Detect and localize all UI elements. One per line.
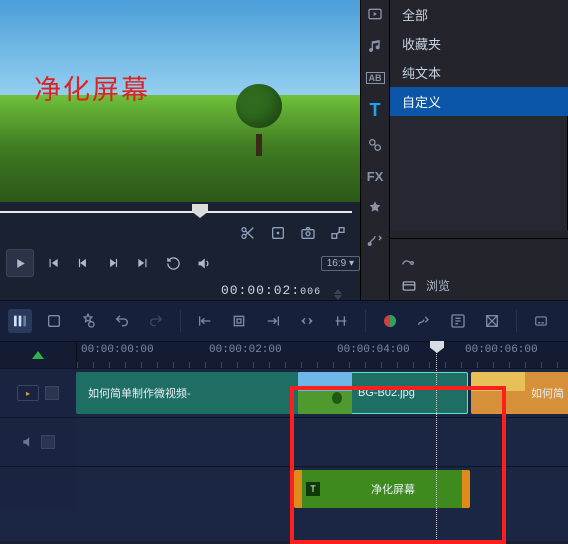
clip-label: 如何简单制作微视频-: [82, 385, 197, 401]
video-track-lane[interactable]: 如何简单制作微视频- BG-B02.jpg 如何简: [76, 369, 568, 417]
loop-button[interactable]: [162, 250, 184, 276]
audio-tab-icon[interactable]: [367, 38, 383, 54]
ruler-label: 00:00:04:00: [337, 344, 410, 356]
clip-label: 净化屏幕: [324, 481, 462, 497]
cat-favorites[interactable]: 收藏夹: [390, 29, 568, 58]
clip-thumb: [298, 372, 352, 414]
tool-options-icon[interactable]: [78, 311, 98, 331]
triangle-up-icon: [32, 351, 44, 359]
video-track-header[interactable]: ▸: [0, 369, 76, 417]
cat-custom[interactable]: 自定义: [390, 87, 568, 116]
prev-frame-button[interactable]: [72, 250, 94, 276]
tool-eyedrop-icon[interactable]: [390, 247, 568, 271]
title-tab-icon[interactable]: T: [370, 100, 381, 121]
go-start-button[interactable]: [42, 250, 64, 276]
next-frame-button[interactable]: [102, 250, 124, 276]
aspect-ratio-badge[interactable]: 16:9 ▾: [321, 256, 360, 271]
tool-zoom-fit-icon[interactable]: [297, 311, 317, 331]
marker-icon[interactable]: [270, 225, 286, 241]
title-track-header[interactable]: [0, 467, 76, 511]
timecode-main: 00:00:02:: [221, 283, 300, 298]
graphics-tab-icon[interactable]: [367, 137, 383, 153]
cat-plaintext[interactable]: 纯文本: [390, 58, 568, 87]
tool-mask-icon[interactable]: [482, 311, 502, 331]
go-end-button[interactable]: [132, 250, 154, 276]
timecode-frames: 006: [300, 287, 321, 298]
track-toggle-icon[interactable]: [45, 386, 59, 400]
play-button[interactable]: [6, 249, 34, 277]
tool-fit-left-icon[interactable]: [195, 311, 215, 331]
tool-timeline-mode-icon[interactable]: [8, 309, 32, 333]
expand-icon[interactable]: [330, 225, 346, 241]
filter-tab-icon[interactable]: [367, 200, 383, 216]
timeline-ruler[interactable]: 00:00:00:00 00:00:02:00 00:00:04:00 00:0…: [76, 342, 568, 368]
tool-subtitle-icon[interactable]: [531, 311, 551, 331]
tool-fit-project-icon[interactable]: [229, 311, 249, 331]
clip-video-1[interactable]: 如何简单制作微视频-: [76, 372, 300, 414]
clip-video-2[interactable]: BG-B02.jpg: [298, 372, 468, 414]
media-tab-icon[interactable]: [367, 6, 383, 22]
clip-grip-right[interactable]: [462, 470, 470, 508]
track-toggle-icon[interactable]: [41, 435, 55, 449]
timecode-stepper[interactable]: [334, 289, 342, 300]
title-clip-icon: T: [306, 482, 320, 496]
preview-scrubber[interactable]: [0, 202, 360, 220]
title-track-lane[interactable]: T 净化屏幕: [76, 467, 568, 511]
tool-undo-icon[interactable]: [112, 311, 132, 331]
clip-label: 如何简: [525, 385, 568, 401]
scrubber-handle[interactable]: [192, 204, 208, 218]
clip-video-3[interactable]: 如何简: [471, 372, 568, 414]
tool-color-icon[interactable]: [380, 311, 400, 331]
ruler-label: 00:00:02:00: [209, 344, 282, 356]
track-audio-icon: [21, 435, 35, 449]
tool-redo-icon: [146, 311, 166, 331]
tool-fit-right-icon[interactable]: [263, 311, 283, 331]
tool-motion-icon[interactable]: [414, 311, 434, 331]
preview-viewport[interactable]: 净化屏幕: [0, 0, 360, 202]
transition-tab-icon[interactable]: AB: [366, 70, 385, 84]
split-icon[interactable]: [240, 225, 256, 241]
overlay-track-header[interactable]: [0, 418, 76, 466]
clip-grip-left[interactable]: [294, 470, 302, 508]
ruler-label: 00:00:00:00: [81, 344, 154, 356]
snapshot-icon[interactable]: [300, 225, 316, 241]
browse-label: 浏览: [426, 277, 450, 294]
track-video-icon: ▸: [17, 385, 39, 401]
tool-settings-icon[interactable]: [44, 311, 64, 331]
clip-thumb: [471, 372, 525, 414]
path-tab-icon[interactable]: [367, 232, 383, 248]
track-header-toggle[interactable]: [0, 342, 76, 368]
fx-tab-icon[interactable]: FX: [367, 169, 384, 184]
overlay-track-lane[interactable]: [76, 418, 568, 466]
browse-button[interactable]: 浏览: [390, 271, 568, 300]
timecode-display[interactable]: 00:00:02:006: [221, 280, 342, 300]
cat-all[interactable]: 全部: [390, 0, 568, 29]
preview-title-overlay: 净化屏幕: [34, 68, 150, 107]
clip-title-1[interactable]: T 净化屏幕: [294, 470, 470, 508]
tool-speed-icon[interactable]: [448, 311, 468, 331]
ruler-label: 00:00:06:00: [465, 344, 538, 356]
tool-zoom-slider-icon[interactable]: [331, 311, 351, 331]
clip-label: BG-B02.jpg: [352, 387, 421, 399]
volume-button[interactable]: [192, 250, 214, 276]
